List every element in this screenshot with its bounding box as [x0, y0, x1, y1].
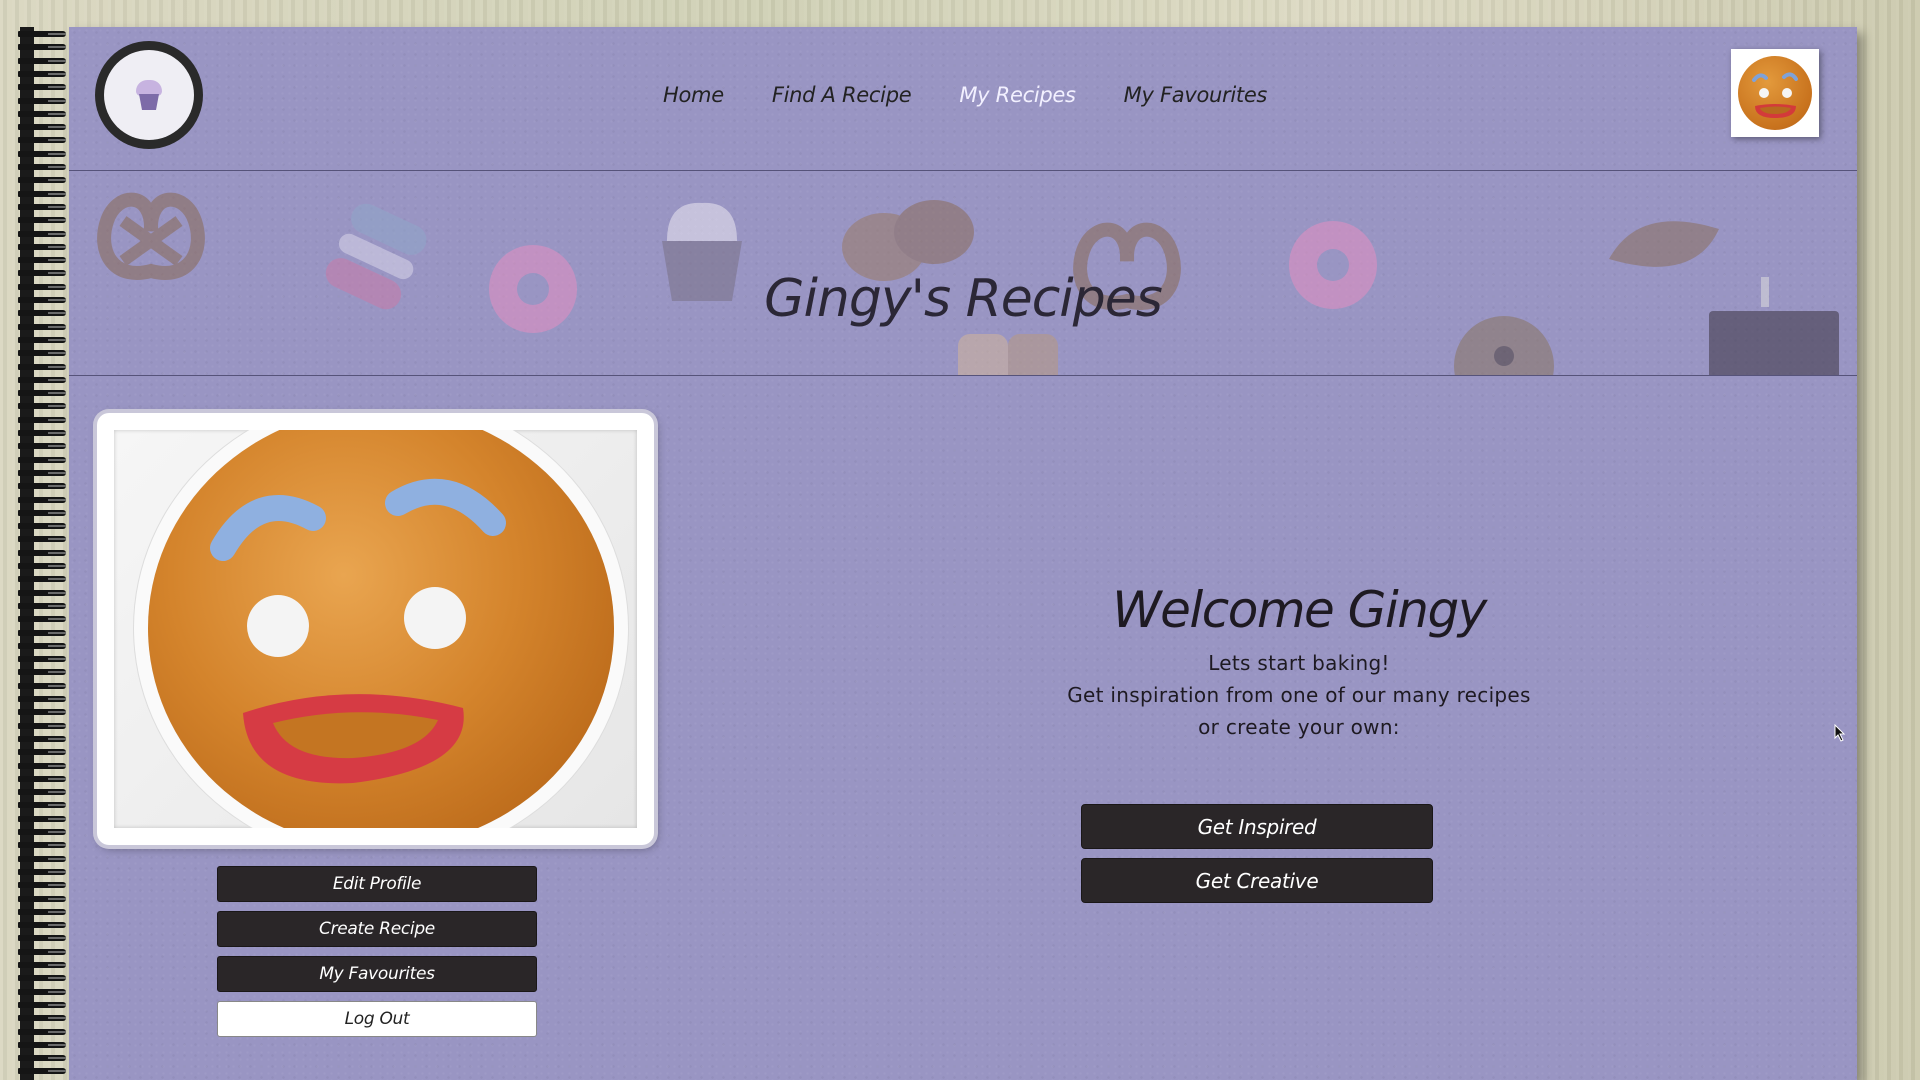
- get-inspired-button[interactable]: Get Inspired: [1081, 804, 1433, 849]
- welcome-line-2: Get inspiration from one of our many rec…: [1067, 683, 1531, 707]
- gingerbread-face-icon: [1738, 56, 1812, 130]
- nav-home[interactable]: Home: [663, 83, 724, 107]
- welcome-actions: Get Inspired Get Creative: [1081, 804, 1433, 912]
- nav-find-a-recipe[interactable]: Find A Recipe: [772, 83, 912, 107]
- toast-icon: [958, 334, 1058, 375]
- site-logo[interactable]: [95, 41, 203, 149]
- my-favourites-button[interactable]: My Favourites: [217, 956, 537, 992]
- profile-actions: Edit Profile Create Recipe My Favourites…: [217, 866, 537, 1046]
- welcome-line-3: or create your own:: [1198, 715, 1400, 739]
- nav-my-recipes[interactable]: My Recipes: [959, 83, 1076, 107]
- nav-my-favourites[interactable]: My Favourites: [1124, 83, 1268, 107]
- user-avatar-button[interactable]: [1731, 49, 1819, 137]
- page-title: Gingy's Recipes: [764, 269, 1163, 329]
- page-banner: Gingy's Recipes: [69, 171, 1857, 376]
- get-creative-button[interactable]: Get Creative: [1081, 858, 1433, 903]
- welcome-section: Welcome Gingy Lets start baking! Get ins…: [969, 581, 1629, 743]
- welcome-heading: Welcome Gingy: [1112, 581, 1487, 639]
- main-nav: Home Find A Recipe My Recipes My Favouri…: [663, 83, 1315, 107]
- profile-picture-frame: [97, 413, 654, 845]
- header: Home Find A Recipe My Recipes My Favouri…: [69, 27, 1857, 171]
- mouse-cursor-icon: [1834, 724, 1846, 742]
- log-out-button[interactable]: Log Out: [217, 1001, 537, 1037]
- spiral-binding: [18, 27, 70, 1080]
- cupcake-logo-icon: [134, 78, 164, 112]
- notebook-page: Home Find A Recipe My Recipes My Favouri…: [69, 27, 1857, 1080]
- edit-profile-button[interactable]: Edit Profile: [217, 866, 537, 902]
- welcome-line-1: Lets start baking!: [1208, 651, 1390, 675]
- create-recipe-button[interactable]: Create Recipe: [217, 911, 537, 947]
- gingerbread-face-icon: [148, 430, 614, 828]
